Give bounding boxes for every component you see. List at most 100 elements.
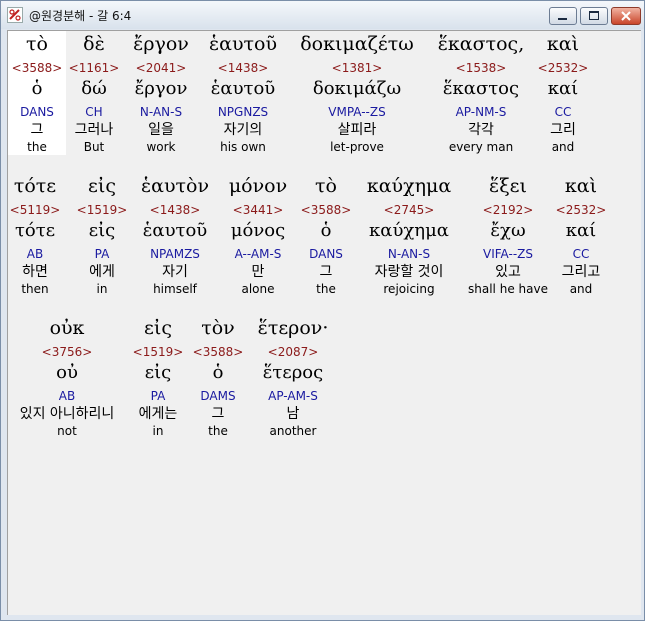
greek-lemma: ὁ xyxy=(31,78,43,99)
word-segment[interactable]: μόνον <3441> μόνος A--AM-S 만 alone xyxy=(218,173,298,297)
maximize-button[interactable] xyxy=(580,7,608,25)
greek-lemma: ὁ xyxy=(212,362,224,383)
strong-number: <1438> xyxy=(217,61,269,75)
greek-word: δὲ xyxy=(83,33,105,55)
word-segment[interactable]: καύχημα <2745> καύχημα N-AN-S 자랑할 것이 rej… xyxy=(354,173,464,297)
english-gloss: work xyxy=(146,140,176,154)
title-bar[interactable]: @원경분해 - 갈 6:4 xyxy=(1,1,644,29)
english-gloss: the xyxy=(27,140,47,154)
parsing-code: PA xyxy=(150,389,166,403)
korean-gloss: 자기의 xyxy=(223,122,263,138)
parsing-code: DAMS xyxy=(200,389,236,403)
word-segment[interactable]: ἕτερον· <2087> ἕτερος AP-AM-S 남 another xyxy=(248,315,338,439)
greek-word: οὐκ xyxy=(49,317,85,339)
word-segment[interactable]: τὸ <3588> ὁ DANS 그 the xyxy=(8,31,66,155)
minimize-icon xyxy=(558,18,567,20)
word-segment[interactable]: ἕξει <2192> ἔχω VIFA--ZS 있고 shall he hav… xyxy=(464,173,552,297)
word-segment[interactable]: ἑαυτοῦ <1438> ἑαυτοῦ NPGNZS 자기의 his own xyxy=(200,31,286,155)
parsing-code: PA xyxy=(94,247,110,261)
window-title: @원경분해 - 갈 6:4 xyxy=(29,9,132,23)
strong-number: <3588> xyxy=(192,345,244,359)
greek-lemma: ἑαυτοῦ xyxy=(142,220,208,241)
english-gloss: himself xyxy=(153,282,197,296)
english-gloss: every man xyxy=(448,140,514,154)
english-gloss: not xyxy=(57,424,77,438)
english-gloss: his own xyxy=(220,140,266,154)
korean-gloss: 만 xyxy=(251,264,265,280)
parsing-code: DANS xyxy=(309,247,343,261)
korean-gloss: 그러나 xyxy=(74,122,114,138)
word-segment[interactable]: ἔργον <2041> ἔργον N-AN-S 일을 work xyxy=(122,31,200,155)
app-logo-icon xyxy=(7,7,23,23)
parsing-code: VMPA--ZS xyxy=(328,105,386,119)
greek-lemma: μόνος xyxy=(230,220,286,241)
maximize-icon xyxy=(589,11,599,20)
english-gloss: in xyxy=(152,424,164,438)
word-segment[interactable]: εἰς <1519> εἰς PA 에게 in xyxy=(72,173,132,297)
greek-lemma: καί xyxy=(565,220,597,241)
greek-word: ἑαυτὸν xyxy=(140,175,210,197)
greek-word: καύχημα xyxy=(366,175,452,197)
close-button[interactable] xyxy=(611,7,641,25)
word-segment[interactable]: καὶ <2532> καί CC 그리고 and xyxy=(552,173,610,297)
korean-gloss: 있지 아니하리니 xyxy=(19,406,115,422)
greek-word: τὸν xyxy=(201,317,235,339)
app-window: @원경분해 - 갈 6:4 τὸ <3588> ὁ DANS 그 the δὲ … xyxy=(0,0,645,621)
strong-number: <1381> xyxy=(331,61,383,75)
korean-gloss: 있고 xyxy=(495,264,521,280)
greek-word: ἔργον xyxy=(133,33,189,55)
greek-lemma: οὐ xyxy=(56,362,78,383)
word-segment[interactable]: ἕκαστος, <1538> ἕκαστος AP-NM-S 각각 every… xyxy=(428,31,534,155)
parsing-code: AP-NM-S xyxy=(455,105,507,119)
greek-word: εἰς xyxy=(88,175,116,197)
word-segment[interactable]: οὐκ <3756> οὐ AB 있지 아니하리니 not xyxy=(8,315,126,439)
greek-word: τὸ xyxy=(26,33,48,55)
english-gloss: let-prove xyxy=(330,140,384,154)
greek-lemma: ἑαυτοῦ xyxy=(210,78,276,99)
english-gloss: the xyxy=(316,282,336,296)
english-gloss: But xyxy=(83,140,105,154)
parsing-code: CC xyxy=(572,247,590,261)
parsing-code: N-AN-S xyxy=(387,247,431,261)
korean-gloss: 그 xyxy=(30,122,44,138)
greek-lemma: δοκιμάζω xyxy=(312,78,402,99)
minimize-button[interactable] xyxy=(549,7,577,25)
parsing-code: DANS xyxy=(20,105,54,119)
word-segment[interactable]: τὸν <3588> ὁ DAMS 그 the xyxy=(188,315,248,439)
parsing-code: AB xyxy=(58,389,76,403)
english-gloss: another xyxy=(269,424,317,438)
korean-gloss: 그리고 xyxy=(561,264,601,280)
word-segment[interactable]: τότε <5119> τότε AB 하면 then xyxy=(8,173,62,297)
korean-gloss: 남 xyxy=(286,406,300,422)
greek-lemma: εἰς xyxy=(144,362,172,383)
greek-lemma: ἕτερος xyxy=(262,362,324,383)
greek-lemma: δώ xyxy=(81,78,107,99)
greek-word: μόνον xyxy=(228,175,288,197)
korean-gloss: 일을 xyxy=(148,122,174,138)
parsing-code: NPAMZS xyxy=(150,247,200,261)
greek-word: τὸ xyxy=(315,175,337,197)
word-segment[interactable]: καὶ <2532> καί CC 그리 and xyxy=(534,31,592,155)
parsing-code: AB xyxy=(26,247,44,261)
greek-lemma: ἔχω xyxy=(490,220,526,241)
parsing-code: CH xyxy=(85,105,103,119)
greek-word: τότε xyxy=(13,175,57,197)
korean-gloss: 에게 xyxy=(89,264,115,280)
word-segment[interactable]: εἰς <1519> εἰς PA 에게는 in xyxy=(128,315,188,439)
word-segment[interactable]: ἑαυτὸν <1438> ἑαυτοῦ NPAMZS 자기 himself xyxy=(132,173,218,297)
strong-number: <3441> xyxy=(232,203,284,217)
strong-number: <2745> xyxy=(383,203,435,217)
greek-word: ἕκαστος, xyxy=(437,33,525,55)
english-gloss: the xyxy=(208,424,228,438)
greek-lemma: εἰς xyxy=(88,220,116,241)
word-segment[interactable]: τὸ <3588> ὁ DANS 그 the xyxy=(298,173,354,297)
close-icon xyxy=(621,11,631,21)
word-segment[interactable]: δὲ <1161> δώ CH 그러나 But xyxy=(66,31,122,155)
english-gloss: rejoicing xyxy=(383,282,435,296)
greek-lemma: τότε xyxy=(14,220,56,241)
word-segment[interactable]: δοκιμαζέτω <1381> δοκιμάζω VMPA--ZS 살피라 … xyxy=(286,31,428,155)
strong-number: <3588> xyxy=(300,203,352,217)
korean-gloss: 자랑할 것이 xyxy=(374,264,444,280)
greek-lemma: ἔργον xyxy=(134,78,188,99)
korean-gloss: 에게는 xyxy=(138,406,178,422)
